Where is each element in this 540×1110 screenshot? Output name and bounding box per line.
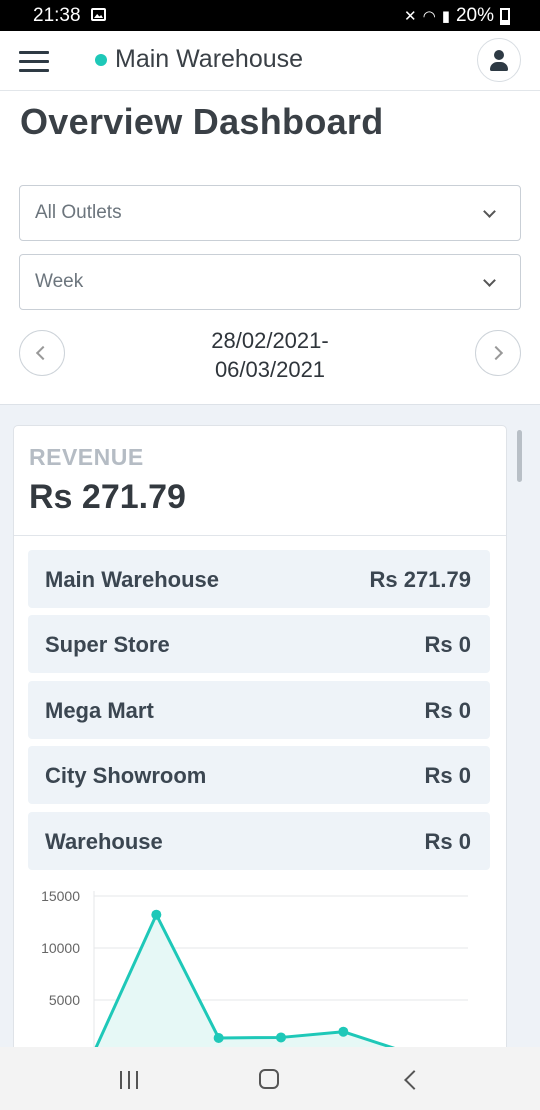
revenue-caption: REVENUE: [29, 444, 144, 470]
outlet-name: Warehouse: [45, 829, 163, 854]
outlet-amount: Rs 0: [424, 632, 471, 657]
outlet-select-value: All Outlets: [35, 202, 122, 223]
data-point: [338, 1026, 349, 1037]
outlet-amount: Rs 0: [424, 763, 471, 788]
chevron-right-icon: [488, 345, 504, 361]
filter-panel: Overview Dashboard All Outlets Week 28/0…: [0, 91, 540, 405]
chevron-down-icon: [483, 205, 496, 218]
user-icon: [494, 50, 504, 60]
location-status-dot: [95, 54, 107, 66]
outlet-name: Main Warehouse: [45, 567, 219, 592]
outlet-amount: Rs 0: [424, 829, 471, 854]
previous-period-button[interactable]: [19, 330, 65, 376]
outlet-name: Mega Mart: [45, 698, 154, 723]
outlet-select[interactable]: All Outlets: [19, 185, 521, 241]
outlet-revenue-row: City Showroom Rs 0: [28, 746, 490, 804]
profile-button[interactable]: [477, 38, 521, 82]
data-point: [151, 909, 162, 920]
status-bar: 21:38 ✕ ◠ ▮ 20%: [0, 0, 540, 31]
mute-icon: ✕: [404, 8, 417, 25]
home-icon[interactable]: [259, 1069, 279, 1089]
period-select-value: Week: [35, 271, 84, 292]
page-title: Overview Dashboard: [20, 101, 384, 142]
series-area: [94, 914, 468, 1052]
y-tick-label: 10000: [41, 940, 80, 956]
revenue-card: REVENUE Rs 271.79 Main Warehouse Rs 271.…: [13, 425, 507, 1067]
signal-icon: ▮: [441, 8, 450, 25]
revenue-chart: 15000 10000 5000: [41, 888, 473, 1066]
scrollbar[interactable]: [517, 430, 522, 482]
y-tick-label: 5000: [49, 992, 80, 1008]
outlet-revenue-row: Mega Mart Rs 0: [28, 681, 490, 739]
outlet-revenue-row: Warehouse Rs 0: [28, 812, 490, 870]
recent-apps-icon[interactable]: [119, 1071, 141, 1089]
outlet-revenue-row: Main Warehouse Rs 271.79: [28, 550, 490, 608]
app-bar: Main Warehouse: [0, 31, 540, 91]
wifi-icon: ◠: [422, 8, 436, 25]
status-time: 21:38: [33, 5, 81, 26]
outlet-amount: Rs 271.79: [369, 567, 471, 592]
outlet-name: Super Store: [45, 632, 170, 657]
outlet-name: City Showroom: [45, 763, 207, 788]
y-tick-label: 15000: [41, 888, 80, 904]
outlet-amount: Rs 0: [424, 698, 471, 723]
image-notification-icon: [91, 8, 106, 21]
revenue-total: Rs 271.79: [29, 478, 186, 516]
system-nav-bar: [0, 1047, 540, 1110]
data-point: [213, 1032, 224, 1043]
period-select[interactable]: Week: [19, 254, 521, 310]
date-range: 28/02/2021- 06/03/2021: [211, 328, 329, 382]
status-icons: ✕ ◠ ▮ 20%: [404, 5, 510, 27]
outlet-revenue-row: Super Store Rs 0: [28, 615, 490, 673]
back-icon[interactable]: [404, 1070, 424, 1090]
battery-percent: 20%: [455, 5, 494, 26]
data-point: [276, 1032, 286, 1043]
divider: [14, 535, 506, 536]
menu-icon[interactable]: [19, 51, 49, 73]
battery-icon: [500, 7, 510, 25]
chevron-down-icon: [483, 274, 496, 287]
location-selector[interactable]: Main Warehouse: [115, 45, 303, 74]
chevron-left-icon: [35, 345, 51, 361]
next-period-button[interactable]: [475, 330, 521, 376]
